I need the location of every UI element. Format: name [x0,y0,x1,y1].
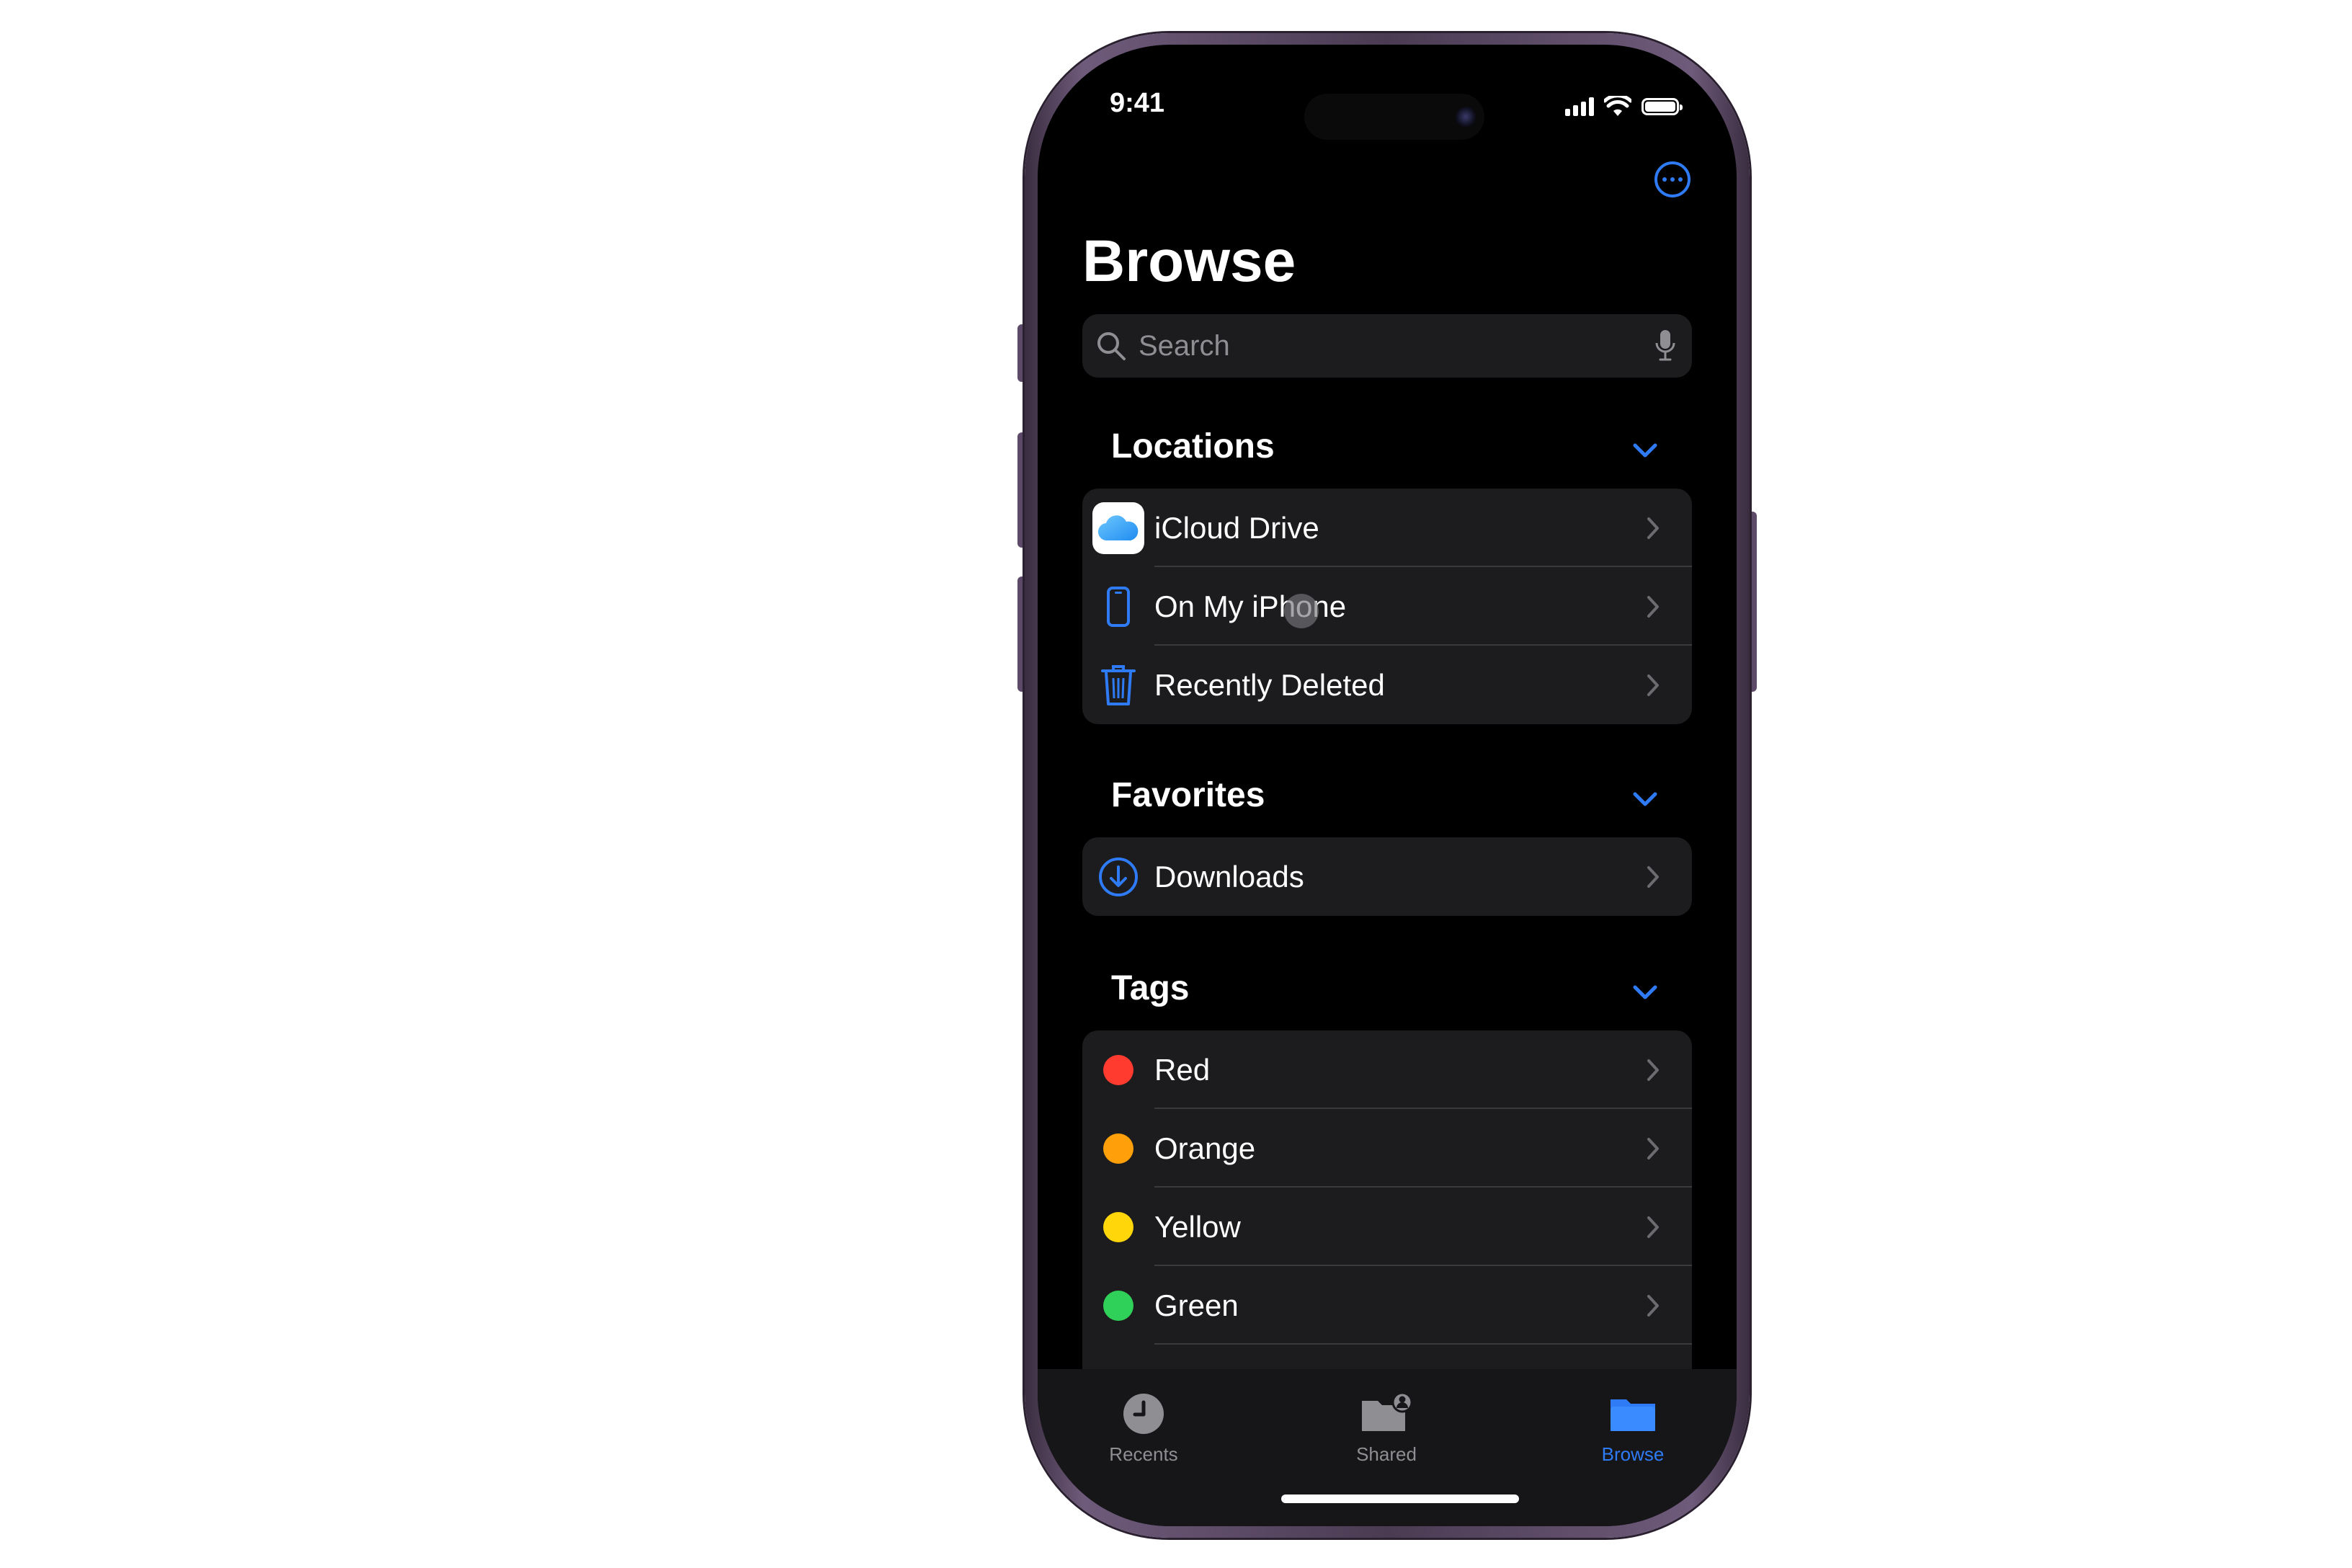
icloud-icon [1092,502,1144,554]
chevron-down-icon[interactable] [1633,791,1657,807]
chevron-right-icon [1647,1138,1659,1159]
list-item-recently-deleted[interactable]: Recently Deleted [1082,646,1692,724]
cellular-signal-icon [1565,97,1594,116]
trash-icon [1101,664,1136,705]
page-title: Browse [1082,228,1296,294]
more-options-button[interactable] [1654,161,1690,197]
tab-shared[interactable]: Shared [1314,1391,1458,1466]
chevron-down-icon[interactable] [1633,442,1657,458]
status-icons [1565,95,1683,118]
chevron-right-icon [1647,866,1659,888]
list-item-label: iCloud Drive [1154,510,1319,545]
tab-label: Browse [1601,1443,1665,1465]
green-tag-dot-icon [1103,1290,1133,1321]
touch-indicator [1284,594,1319,628]
phone-screen: 9:41 Browse Search Locations iCloud Driv… [1038,45,1737,1526]
locations-list: iCloud Drive On My iPhone Recently Delet… [1082,489,1692,724]
clock-icon [1123,1394,1164,1434]
list-item-tag-orange[interactable]: Orange [1082,1109,1692,1188]
tab-recents[interactable]: Recents [1072,1392,1216,1466]
list-item-label: On My iPhone [1154,589,1347,623]
chevron-right-icon [1647,517,1659,539]
chevron-right-icon [1647,596,1659,618]
yellow-tag-dot-icon [1103,1211,1133,1242]
favorites-list: Downloads [1082,837,1692,916]
search-placeholder: Search [1139,329,1230,362]
microphone-icon[interactable] [1654,329,1676,363]
chevron-right-icon [1647,1059,1659,1081]
chevron-right-icon [1647,1216,1659,1238]
search-icon [1097,332,1126,360]
download-icon [1099,857,1138,896]
list-item-label: Yellow [1154,1209,1241,1244]
list-item-label: Orange [1154,1131,1256,1165]
list-item-tag-yellow[interactable]: Yellow [1082,1188,1692,1266]
chevron-right-icon [1647,1295,1659,1317]
chevron-down-icon[interactable] [1633,984,1657,1000]
list-item-label: Recently Deleted [1154,667,1385,702]
tags-list: Red Orange Yellow Green [1082,1030,1692,1423]
orange-tag-dot-icon [1103,1133,1133,1164]
home-indicator[interactable] [1281,1494,1519,1503]
list-item-on-my-iphone[interactable]: On My iPhone [1082,567,1692,646]
list-item-label: Green [1154,1288,1239,1322]
red-tag-dot-icon [1103,1054,1133,1085]
search-field[interactable]: Search [1082,314,1692,378]
tab-browse[interactable]: Browse [1561,1392,1705,1466]
list-item-label: Red [1154,1052,1211,1087]
list-item-tag-red[interactable]: Red [1082,1030,1692,1109]
list-item-icloud-drive[interactable]: iCloud Drive [1082,489,1692,567]
section-title-favorites: Favorites [1111,776,1265,814]
battery-icon [1642,98,1683,115]
shared-folder-icon [1362,1391,1413,1431]
list-item-downloads[interactable]: Downloads [1082,837,1692,916]
list-item-tag-green[interactable]: Green [1082,1266,1692,1345]
chevron-right-icon [1647,674,1659,696]
list-item-label: Downloads [1154,859,1304,894]
section-title-locations: Locations [1111,427,1275,466]
tab-label: Recents [1109,1443,1178,1465]
section-title-tags: Tags [1111,969,1190,1007]
folder-icon [1611,1399,1655,1431]
status-time: 9:41 [1110,88,1165,118]
camera-icon [1456,107,1476,127]
wifi-icon [1604,96,1631,116]
tab-label: Shared [1356,1443,1417,1465]
iphone-icon [1107,586,1130,627]
